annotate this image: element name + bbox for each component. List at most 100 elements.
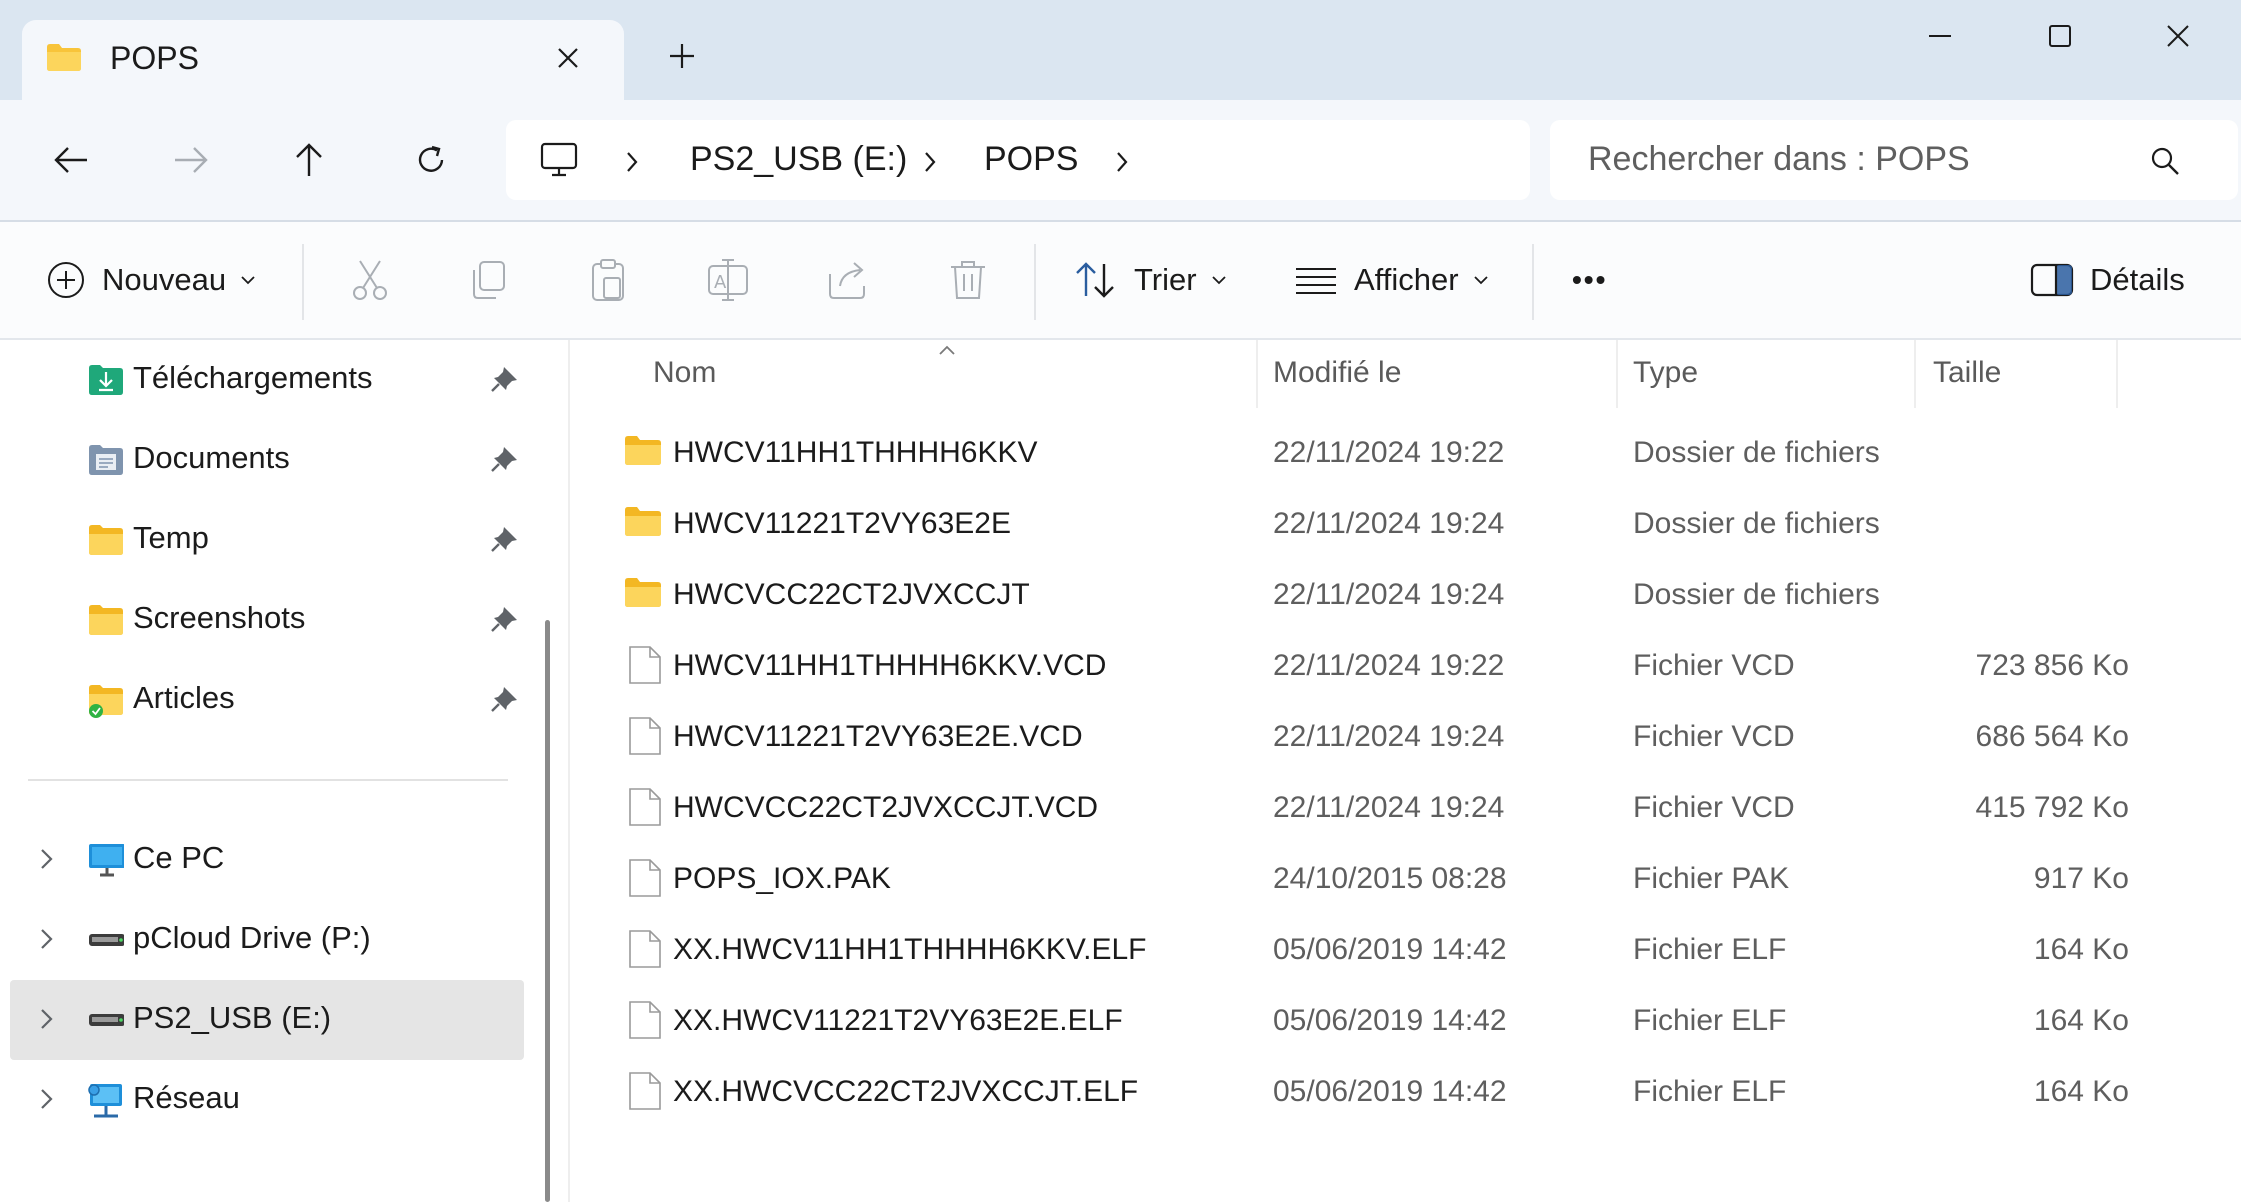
breadcrumb-folder[interactable]: POPS (984, 140, 1078, 179)
folder-icon (89, 525, 123, 555)
file-name: HWCV11221T2VY63E2E (673, 507, 1011, 540)
close-tab-icon[interactable] (556, 46, 580, 70)
sidebar-item-network[interactable]: Réseau (10, 1060, 524, 1140)
chevron-right-icon[interactable] (624, 150, 640, 174)
file-row[interactable]: XX.HWCV11HH1THHHH6KKV.ELF 05/06/2019 14:… (610, 917, 2130, 987)
file-row[interactable]: HWCV11221T2VY63E2E.VCD 22/11/2024 19:24 … (610, 704, 2130, 774)
folder-icon (625, 507, 661, 536)
more-options-button[interactable]: ••• (1572, 240, 1607, 320)
sidebar-item-label: Screenshots (133, 600, 306, 635)
sidebar-item-downloads[interactable]: Téléchargements (10, 340, 524, 420)
file-size: 917 Ko (2033, 862, 2129, 895)
sort-ascending-icon (939, 345, 955, 355)
file-row[interactable]: XX.HWCVCC22CT2JVXCCJT.ELF 05/06/2019 14:… (610, 1059, 2130, 1129)
column-header-type[interactable]: Type (1633, 356, 1698, 390)
documents-folder-icon (89, 445, 123, 475)
sidebar-item-label: Ce PC (133, 840, 225, 875)
file-row[interactable]: HWCVCC22CT2JVXCCJT 22/11/2024 19:24 Doss… (610, 562, 2130, 632)
chevron-down-icon (241, 276, 255, 285)
column-separator[interactable] (2116, 340, 2118, 408)
file-size: 686 564 Ko (1975, 720, 2129, 753)
file-date: 22/11/2024 19:24 (1273, 578, 1505, 611)
sidebar-item-label: PS2_USB (E:) (133, 1000, 332, 1035)
column-header-name[interactable]: Nom (653, 356, 716, 390)
view-button[interactable]: Afficher (1294, 240, 1489, 320)
pin-icon[interactable] (490, 364, 520, 394)
file-row[interactable]: XX.HWCV11221T2VY63E2E.ELF 05/06/2019 14:… (610, 988, 2130, 1058)
file-row[interactable]: HWCV11HH1THHHH6KKV.VCD 22/11/2024 19:22 … (610, 633, 2130, 703)
chevron-down-icon (1473, 276, 1488, 285)
file-row[interactable]: POPS_IOX.PAK 24/10/2015 08:28 Fichier PA… (610, 846, 2130, 916)
column-separator[interactable] (1616, 340, 1618, 408)
file-icon (629, 1001, 661, 1039)
file-date: 22/11/2024 19:24 (1273, 720, 1505, 753)
file-row[interactable]: HWCV11221T2VY63E2E 22/11/2024 19:24 Doss… (610, 491, 2130, 561)
file-icon (629, 930, 661, 968)
chevron-right-icon[interactable] (922, 150, 938, 174)
sidebar-item-screenshots[interactable]: Screenshots (10, 580, 524, 660)
search-icon[interactable] (2150, 146, 2180, 176)
file-size: 164 Ko (2033, 1075, 2129, 1108)
file-date: 05/06/2019 14:42 (1273, 1075, 1507, 1108)
plus-circle-icon (48, 262, 84, 298)
share-button[interactable] (818, 250, 878, 310)
pin-icon[interactable] (490, 684, 520, 714)
refresh-button[interactable] (398, 130, 464, 190)
sidebar-item-this-pc[interactable]: Ce PC (10, 820, 524, 900)
column-separator[interactable] (1256, 340, 1258, 408)
up-button[interactable] (276, 130, 342, 190)
drive-icon (89, 1014, 124, 1026)
minimize-button[interactable] (1890, 14, 1990, 58)
new-button[interactable]: Nouveau (46, 240, 256, 320)
chevron-right-icon[interactable] (36, 1004, 56, 1034)
column-header-modified[interactable]: Modifié le (1273, 356, 1401, 390)
arrow-left-icon (54, 147, 87, 173)
chevron-down-icon (1211, 276, 1226, 285)
sidebar-item-documents[interactable]: Documents (10, 420, 524, 500)
forward-button[interactable] (158, 130, 224, 190)
sidebar-item-temp[interactable]: Temp (10, 500, 524, 580)
sidebar-item-pcloud-drive[interactable]: pCloud Drive (P:) (10, 900, 524, 980)
pin-icon[interactable] (490, 604, 520, 634)
breadcrumb-drive[interactable]: PS2_USB (E:) (690, 140, 907, 179)
cut-button[interactable] (340, 250, 400, 310)
chevron-right-icon[interactable] (36, 1084, 56, 1114)
chevron-right-icon[interactable] (36, 924, 56, 954)
copy-button[interactable] (458, 250, 518, 310)
file-name: HWCVCC22CT2JVXCCJT (673, 578, 1030, 611)
file-name: XX.HWCVCC22CT2JVXCCJT.ELF (673, 1075, 1139, 1108)
paste-button[interactable] (578, 250, 638, 310)
refresh-icon (418, 145, 444, 172)
maximize-button[interactable] (2010, 14, 2110, 58)
toolbar-separator (1034, 244, 1036, 320)
folder-synced-icon (89, 685, 123, 718)
pane-divider[interactable] (568, 340, 570, 1202)
folder-icon (625, 578, 661, 607)
rename-button[interactable]: A (698, 250, 758, 310)
close-window-button[interactable] (2128, 14, 2228, 58)
details-pane-button[interactable]: Détails (2030, 240, 2185, 320)
sort-button[interactable]: Trier (1074, 240, 1227, 320)
file-size: 164 Ko (2033, 933, 2129, 966)
chevron-right-icon[interactable] (1114, 150, 1130, 174)
folder-icon (47, 44, 81, 71)
downloads-folder-icon (89, 365, 123, 395)
sidebar-item-articles[interactable]: Articles (10, 660, 524, 740)
pin-icon[interactable] (490, 524, 520, 554)
back-button[interactable] (38, 130, 104, 190)
column-separator[interactable] (1914, 340, 1916, 408)
sidebar-item-ps2-usb[interactable]: PS2_USB (E:) (10, 980, 524, 1060)
sidebar-scrollbar-thumb[interactable] (545, 620, 550, 1202)
column-header-size[interactable]: Taille (1933, 356, 2001, 390)
pin-icon[interactable] (490, 444, 520, 474)
chevron-right-icon[interactable] (36, 844, 56, 874)
file-row[interactable]: HWCV11HH1THHHH6KKV 22/11/2024 19:22 Doss… (610, 420, 2130, 490)
sidebar-item-label: Temp (133, 520, 209, 555)
file-date: 22/11/2024 19:24 (1273, 791, 1505, 824)
file-row[interactable]: HWCVCC22CT2JVXCCJT.VCD 22/11/2024 19:24 … (610, 775, 2130, 845)
computer-icon (540, 142, 578, 177)
delete-button[interactable] (938, 250, 998, 310)
new-tab-button[interactable] (660, 34, 704, 78)
arrow-up-icon (296, 143, 322, 176)
file-name: HWCV11HH1THHHH6KKV.VCD (673, 649, 1107, 682)
